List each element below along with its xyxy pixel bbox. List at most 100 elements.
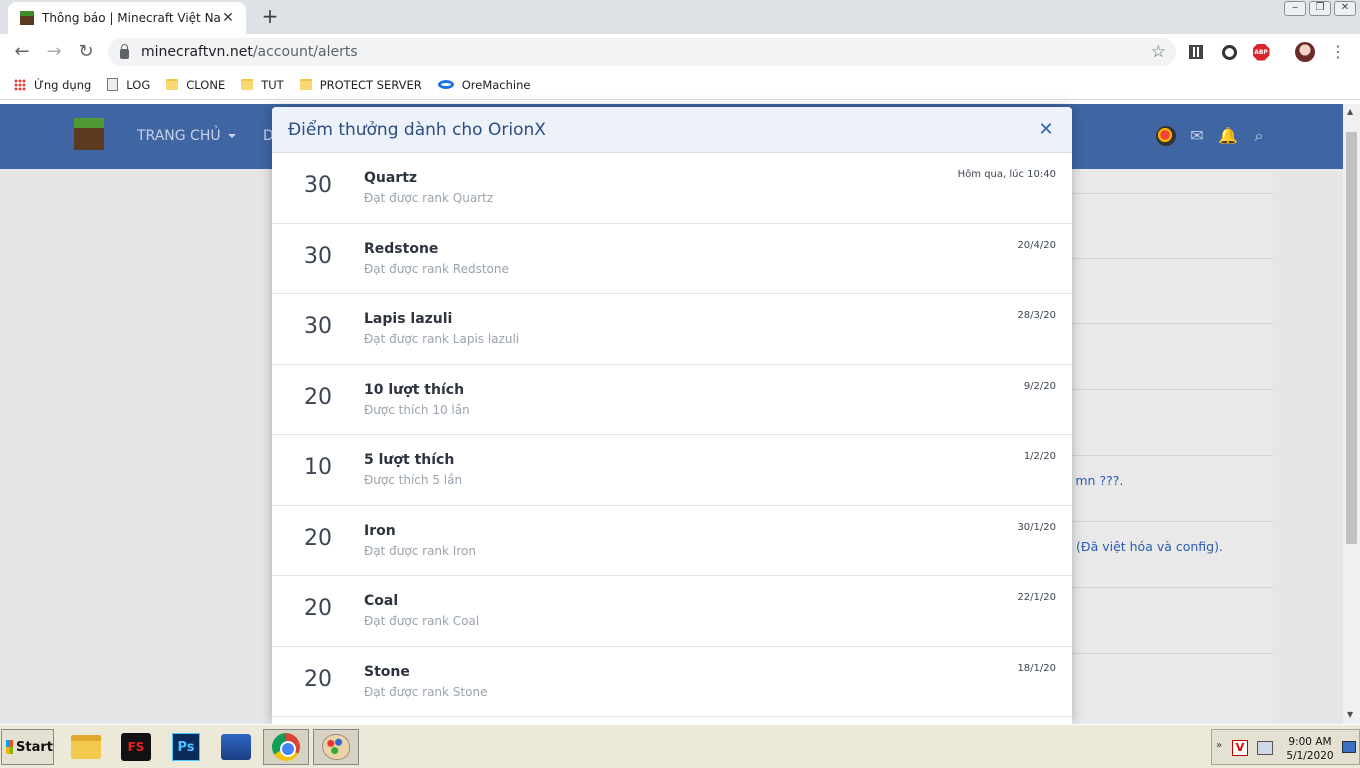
bookmark-log[interactable]: LOG [107, 78, 150, 92]
adblock-plus-icon[interactable]: ABP [1250, 41, 1272, 63]
bookmarks-bar: Ứng dụng LOG CLONE TUT PROTECT SERVER Or… [0, 70, 1360, 100]
bookmark-star-icon[interactable]: ☆ [1151, 42, 1166, 62]
scroll-thumb[interactable] [1346, 132, 1357, 544]
network-tray-icon[interactable] [1257, 741, 1273, 755]
close-window-button[interactable]: ✕ [1334, 1, 1356, 16]
network-icon[interactable] [213, 729, 259, 765]
clock-date: 5/1/2020 [1286, 750, 1334, 762]
fsviewer-icon[interactable]: FS [113, 729, 159, 765]
browser-toolbar: ← → ↻ minecraftvn.net/account/alerts ☆ A… [0, 34, 1360, 70]
trophy-row: 10 5 lượt thích Được thích 5 lần 1/2/20 [272, 435, 1072, 506]
site-logo[interactable] [74, 118, 104, 150]
background-link[interactable]: y mn ???. [1064, 473, 1123, 488]
bookmark-protect-server[interactable]: PROTECT SERVER [299, 77, 422, 92]
bookmark-label: CLONE [186, 77, 226, 92]
scroll-down-icon[interactable]: ▼ [1347, 710, 1353, 719]
bookmark-clone[interactable]: CLONE [166, 78, 225, 92]
bookmark-label: OreMachine [461, 77, 531, 92]
trophy-date[interactable]: 20/4/20 [1017, 240, 1056, 251]
trophy-date[interactable]: 18/1/20 [1017, 663, 1056, 674]
trophy-points: 30 [304, 173, 332, 198]
trophy-date[interactable]: 30/1/20 [1017, 522, 1056, 533]
reload-button[interactable]: ↻ [74, 40, 98, 64]
browser-tab[interactable]: Thông báo | Minecraft Việt Nam ✕ [8, 2, 246, 34]
page-icon [107, 78, 119, 91]
taskbar: Start FS Ps » V 9:00 AM 5/1/2020 [0, 724, 1360, 768]
trophy-row: 30 Redstone Đạt được rank Redstone 20/4/… [272, 224, 1072, 294]
trophy-points: 20 [304, 384, 332, 410]
trophy-date[interactable]: 9/2/20 [1024, 381, 1056, 392]
photoshop-icon[interactable]: Ps [163, 729, 209, 765]
show-desktop-icon[interactable] [1342, 741, 1356, 753]
tab-strip: Thông báo | Minecraft Việt Nam ✕ + ‒ ❐ ✕ [0, 0, 1360, 34]
profile-avatar[interactable] [1294, 41, 1316, 63]
qr-code-extension-icon[interactable] [1185, 41, 1207, 63]
trophy-list: 30 Quartz Đạt được rank Quartz Hôm qua, … [272, 153, 1072, 717]
back-button[interactable]: ← [10, 40, 34, 64]
trophy-name: Lapis lazuli [364, 311, 453, 327]
restore-button[interactable]: ❐ [1309, 1, 1331, 16]
user-avatar[interactable] [1156, 126, 1176, 146]
start-button[interactable]: Start [1, 729, 54, 765]
url-host: minecraftvn.net [141, 44, 253, 60]
trophy-description: Đạt được rank Stone [364, 684, 488, 699]
chrome-icon[interactable] [263, 729, 309, 765]
search-icon[interactable]: ⌕ [1249, 126, 1269, 146]
system-tray: » V 9:00 AM 5/1/2020 [1211, 729, 1360, 765]
trophy-description: Đạt được rank Redstone [364, 261, 509, 276]
new-tab-button[interactable]: + [258, 5, 282, 29]
trophy-points: 20 [304, 525, 332, 551]
trophy-name: Iron [364, 522, 396, 539]
dialog-title: Điểm thưởng dành cho OrionX [288, 119, 546, 140]
file-explorer-icon[interactable] [63, 729, 109, 765]
trophy-description: Đạt được rank Iron [364, 543, 476, 558]
oremachine-icon [437, 80, 454, 89]
trophy-row: 30 Lapis lazuli Đạt được rank Lapis lazu… [272, 294, 1072, 365]
url-path: /account/alerts [252, 44, 358, 60]
bookmark-apps[interactable]: Ứng dụng [14, 78, 91, 92]
trophy-date[interactable]: 22/1/20 [1017, 592, 1056, 603]
trophy-description: Được thích 5 lần [364, 473, 463, 487]
scroll-up-icon[interactable]: ▲ [1347, 107, 1353, 116]
tab-title: Thông báo | Minecraft Việt Nam [42, 11, 220, 25]
folder-icon [299, 79, 312, 90]
trophy-description: Đạt được rank Coal [364, 614, 480, 628]
antivirus-icon[interactable]: V [1232, 740, 1248, 756]
lock-icon[interactable] [120, 43, 129, 59]
close-icon[interactable]: ✕ [1036, 119, 1056, 140]
bookmark-label: PROTECT SERVER [319, 77, 422, 92]
bookmark-tut[interactable]: TUT [241, 78, 284, 92]
trophy-description: Được thích 10 lần [364, 402, 470, 417]
trophy-date[interactable]: Hôm qua, lúc 10:40 [958, 169, 1056, 180]
trophy-name: 5 lượt thích [364, 452, 455, 468]
bookmark-label: LOG [126, 77, 151, 92]
paint-icon[interactable] [313, 729, 359, 765]
trophy-dialog: Điểm thưởng dành cho OrionX ✕ 30 Quartz … [272, 107, 1072, 724]
trophy-date[interactable]: 28/3/20 [1017, 310, 1056, 321]
bell-icon[interactable]: 🔔 [1218, 126, 1238, 146]
trophy-row: 20 Coal Đạt được rank Coal 22/1/20 [272, 576, 1072, 647]
mail-icon[interactable]: ✉ [1187, 126, 1207, 146]
minimize-button[interactable]: ‒ [1284, 1, 1306, 16]
circle-extension-icon[interactable] [1218, 41, 1240, 63]
browser-menu-icon[interactable]: ⋮ [1330, 41, 1346, 63]
chevron-down-icon[interactable] [228, 134, 236, 138]
tab-close-icon[interactable]: ✕ [220, 10, 236, 26]
clock[interactable]: 9:00 AM 5/1/2020 [1282, 735, 1338, 763]
trophy-points: 30 [304, 243, 332, 269]
tray-expand-icon[interactable]: » [1216, 740, 1222, 751]
background-link[interactable]: (Đã việt hóa và config). [1076, 539, 1223, 554]
trophy-description: Đạt được rank Quartz [364, 191, 494, 205]
bookmark-oremachine[interactable]: OreMachine [437, 77, 531, 92]
trophy-date[interactable]: 1/2/20 [1024, 451, 1056, 462]
nav-home[interactable]: TRANG CHỦ [137, 128, 221, 144]
url-text[interactable]: minecraftvn.net/account/alerts [141, 44, 1151, 60]
trophy-name: Redstone [364, 240, 439, 257]
trophy-row: 20 Stone Đạt được rank Stone 18/1/20 [272, 647, 1072, 717]
trophy-points: 10 [304, 455, 332, 480]
page-scrollbar[interactable]: ▲ ▼ [1343, 104, 1360, 724]
windows-logo-icon [6, 740, 14, 754]
forward-button[interactable]: → [42, 40, 66, 64]
window-controls: ‒ ❐ ✕ [1284, 1, 1356, 16]
address-bar[interactable]: minecraftvn.net/account/alerts ☆ [108, 38, 1176, 66]
